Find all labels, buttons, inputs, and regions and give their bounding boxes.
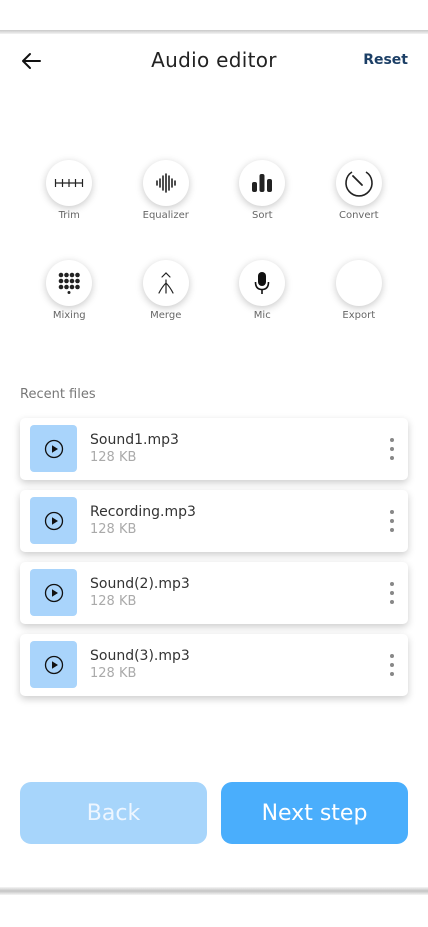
header: Audio editor Reset: [0, 40, 428, 84]
file-card[interactable]: Sound1.mp3 128 KB: [20, 418, 408, 480]
merge-icon: [158, 272, 174, 294]
more-vertical-icon[interactable]: [386, 654, 398, 676]
file-name: Recording.mp3: [90, 504, 196, 520]
tool-convert[interactable]: Convert: [311, 160, 408, 260]
play-button[interactable]: [30, 641, 77, 688]
back-button[interactable]: Back: [20, 782, 207, 844]
tool-mic[interactable]: Mic: [214, 260, 311, 350]
play-button[interactable]: [30, 569, 77, 616]
tool-label: Convert: [338, 210, 379, 221]
tool-label: Mic: [253, 310, 271, 321]
tools-grid: Trim Equalizer Sort Convert Mixing Merge…: [21, 160, 407, 350]
tool-label: Sort: [252, 210, 273, 221]
tool-mixing[interactable]: Mixing: [21, 260, 118, 350]
play-button[interactable]: [30, 497, 77, 544]
more-vertical-icon[interactable]: [386, 582, 398, 604]
play-icon: [44, 655, 63, 674]
tool-label: Merge: [150, 310, 182, 321]
file-card[interactable]: Sound(3).mp3 128 KB: [20, 634, 408, 696]
tool-equalizer[interactable]: Equalizer: [118, 160, 215, 260]
tool-sort-button[interactable]: [239, 160, 286, 206]
play-icon: [44, 439, 63, 458]
file-card[interactable]: Recording.mp3 128 KB: [20, 490, 408, 552]
file-size: 128 KB: [90, 666, 137, 681]
file-size: 128 KB: [90, 450, 137, 465]
sort-icon: [252, 174, 273, 192]
trim-icon: [55, 179, 84, 187]
play-button[interactable]: [30, 425, 77, 472]
tool-merge-button[interactable]: [142, 260, 189, 306]
tool-label: Export: [342, 310, 376, 321]
tool-equalizer-button[interactable]: [142, 160, 189, 206]
file-name: Sound(3).mp3: [90, 648, 190, 664]
file-name: Sound(2).mp3: [90, 576, 190, 592]
tool-mic-button[interactable]: [239, 260, 286, 306]
reset-button[interactable]: Reset: [363, 52, 408, 68]
tool-merge[interactable]: Merge: [118, 260, 215, 350]
play-icon: [44, 511, 63, 530]
tool-trim[interactable]: Trim: [21, 160, 118, 260]
tool-mixing-button[interactable]: [46, 260, 93, 306]
tool-label: Trim: [58, 210, 80, 221]
recent-files-list: Sound1.mp3 128 KB Recording.mp3 128 KB S…: [20, 418, 408, 706]
convert-icon: [345, 171, 373, 197]
bottom-divider: [0, 887, 428, 895]
recent-files-heading: Recent files: [20, 387, 96, 402]
mixing-icon: [58, 272, 81, 294]
file-size: 128 KB: [90, 522, 137, 537]
play-icon: [44, 583, 63, 602]
file-card[interactable]: Sound(2).mp3 128 KB: [20, 562, 408, 624]
tool-export[interactable]: Export: [311, 260, 408, 350]
tool-sort[interactable]: Sort: [214, 160, 311, 260]
tool-export-button[interactable]: [335, 260, 382, 306]
tool-label: Equalizer: [142, 210, 189, 221]
top-divider: [0, 30, 428, 34]
tool-trim-button[interactable]: [46, 160, 93, 206]
more-vertical-icon[interactable]: [386, 510, 398, 532]
file-size: 128 KB: [90, 594, 137, 609]
tool-convert-button[interactable]: [335, 160, 382, 206]
tool-label: Mixing: [52, 310, 86, 321]
more-vertical-icon[interactable]: [386, 438, 398, 460]
file-name: Sound1.mp3: [90, 432, 179, 448]
equalizer-icon: [155, 173, 176, 193]
mic-icon: [254, 272, 270, 294]
next-step-button[interactable]: Next step: [221, 782, 408, 844]
